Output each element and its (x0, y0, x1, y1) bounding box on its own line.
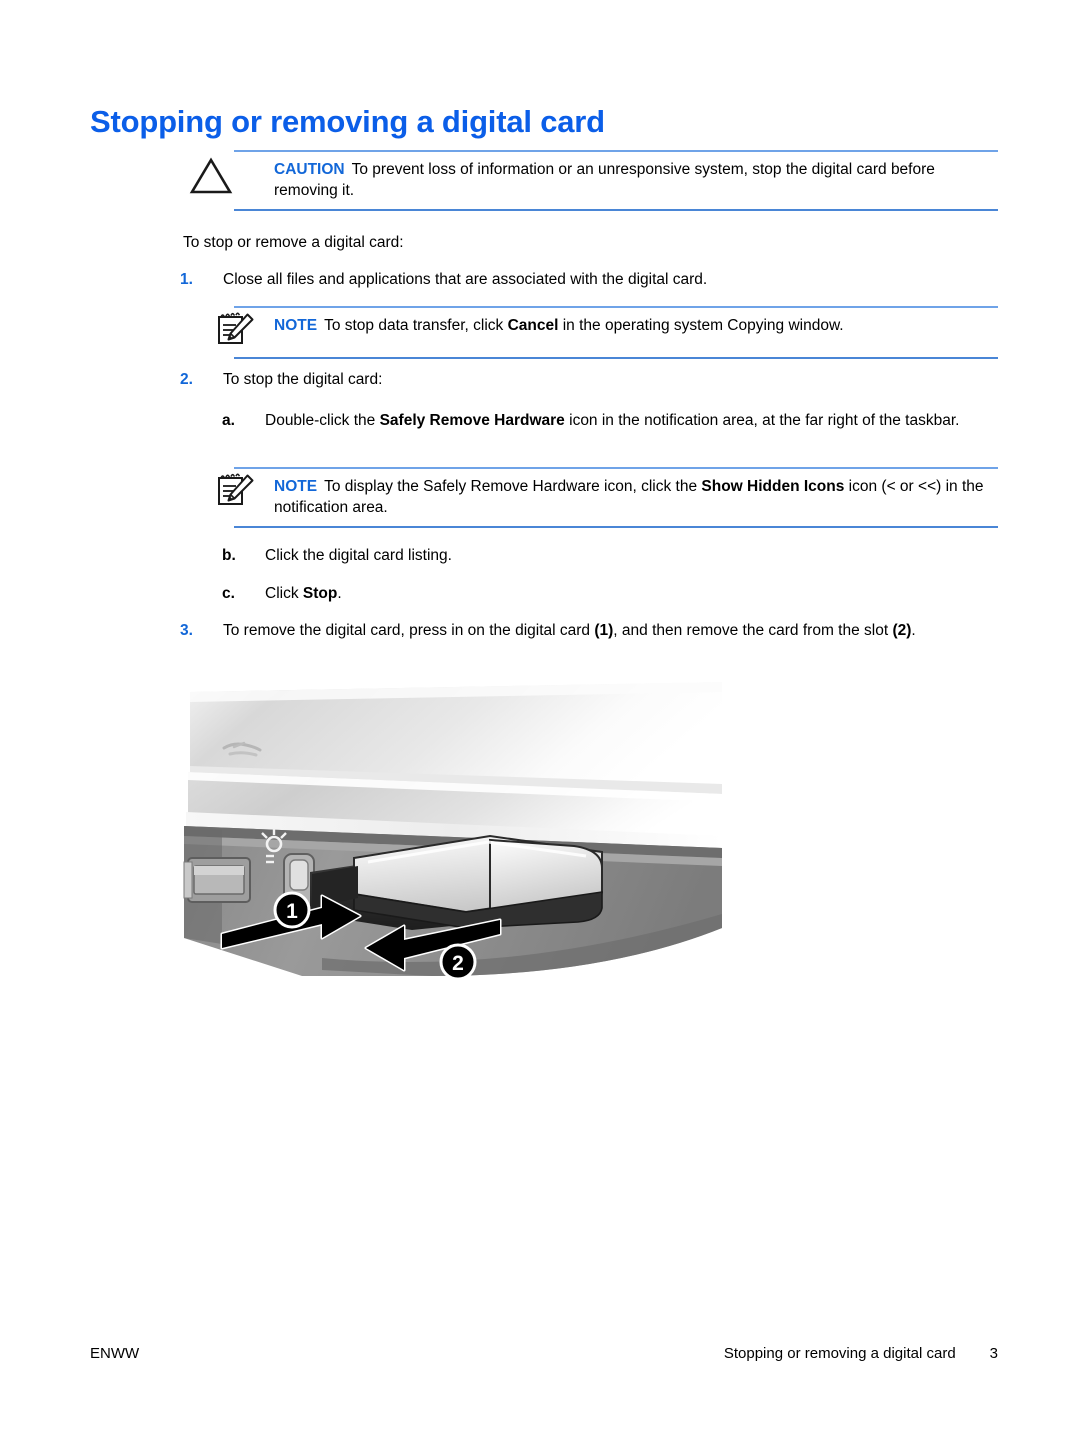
substep-a-bold-safely-remove-hardware: Safely Remove Hardware (379, 412, 565, 429)
note-1-text: To stop data transfer, click Cancel in t… (324, 317, 844, 334)
footer-page-number: 3 (989, 1345, 998, 1362)
step-2-text: To stop the digital card: (223, 371, 383, 388)
substep-c: c. Click Stop. (222, 583, 997, 605)
note-2-text: To display the Safely Remove Hardware ic… (274, 478, 984, 516)
step-1-marker: 1. (180, 271, 193, 288)
note-1-bold-cancel: Cancel (507, 317, 559, 334)
step-3-text-part3: . (911, 622, 916, 639)
step-1: 1. Close all files and applications that… (180, 269, 990, 291)
document-page: Stopping or removing a digital card CAUT… (0, 0, 1080, 1437)
note-1-text-part2: in the operating system Copying window. (558, 317, 844, 334)
substep-a-text: Double-click the Safely Remove Hardware … (265, 410, 997, 432)
substep-a-text-part2: icon in the notification area, at the fa… (564, 412, 960, 429)
caution-bottom-rule (234, 209, 998, 211)
warning-triangle-icon (188, 156, 234, 196)
substep-c-text-part1: Click (265, 585, 303, 602)
step-3-callout-1: (1) (594, 622, 614, 639)
step-3: 3. To remove the digital card, press in … (180, 620, 990, 642)
caution-body: CAUTION To prevent loss of information or… (180, 152, 998, 209)
caution-label: CAUTION (274, 161, 345, 178)
step-2: 2. To stop the digital card: (180, 369, 990, 391)
intro-paragraph: To stop or remove a digital card: (183, 234, 404, 251)
step-3-marker: 3. (180, 622, 193, 639)
step-3-text-part2: , and then remove the card from the slot (613, 622, 893, 639)
substep-b-marker: b. (222, 547, 236, 564)
step-2-marker: 2. (180, 371, 193, 388)
notepad-pencil-icon (214, 311, 260, 351)
step-3-callout-2: (2) (892, 622, 912, 639)
caution-text: To prevent loss of information or an unr… (274, 161, 935, 199)
substep-a: a. Double-click the Safely Remove Hardwa… (222, 410, 997, 432)
note-2-bottom-rule (234, 526, 998, 528)
substep-c-text: Click Stop. (265, 583, 997, 605)
note-2-label: NOTE (274, 478, 318, 495)
footer-right: Stopping or removing a digital card 3 (724, 1345, 998, 1362)
callout-badge-1: 1 (273, 891, 311, 929)
note-1-label: NOTE (274, 317, 318, 334)
substep-a-marker: a. (222, 412, 235, 429)
page-title: Stopping or removing a digital card (90, 104, 605, 139)
caution-box: CAUTION To prevent loss of information or… (180, 150, 998, 211)
note-2-body: NOTE To display the Safely Remove Hardwar… (180, 469, 998, 526)
substep-b-text-part1: Click the digital card listing. (265, 547, 452, 564)
step-3-text: To remove the digital card, press in on … (223, 620, 990, 642)
substep-b: b. Click the digital card listing. (222, 545, 997, 567)
footer-left-label: ENWW (90, 1345, 140, 1362)
note-1-bottom-rule (234, 357, 998, 359)
note-2-bold-show-hidden-icons: Show Hidden Icons (701, 478, 845, 495)
note-1-body: NOTE To stop data transfer, click Cancel … (180, 308, 998, 357)
callout-badge-2: 2 (439, 943, 477, 981)
figure-svg: 1 2 (182, 676, 722, 1006)
note-2-text-part1: To display the Safely Remove Hardware ic… (324, 478, 702, 495)
callout-badge-2-label: 2 (452, 952, 464, 975)
step-3-text-part1: To remove the digital card, press in on … (223, 622, 595, 639)
note-box-2: NOTE To display the Safely Remove Hardwar… (180, 467, 998, 528)
callout-badge-1-label: 1 (286, 900, 298, 923)
note-box-1: NOTE To stop data transfer, click Cancel … (180, 306, 998, 359)
substep-c-text-part2: . (337, 585, 342, 602)
footer-section-title: Stopping or removing a digital card (723, 1345, 956, 1362)
substep-a-text-part1: Double-click the (265, 412, 380, 429)
substep-c-marker: c. (222, 585, 235, 602)
note-1-text-part1: To stop data transfer, click (324, 317, 508, 334)
figure-digital-card-removal: 1 2 (182, 676, 722, 1006)
notepad-pencil-icon (214, 472, 260, 512)
step-1-text: Close all files and applications that ar… (223, 271, 708, 288)
laptop-left-ports (183, 857, 251, 903)
substep-c-bold-stop: Stop (302, 585, 338, 602)
substep-b-text: Click the digital card listing. (265, 545, 997, 567)
